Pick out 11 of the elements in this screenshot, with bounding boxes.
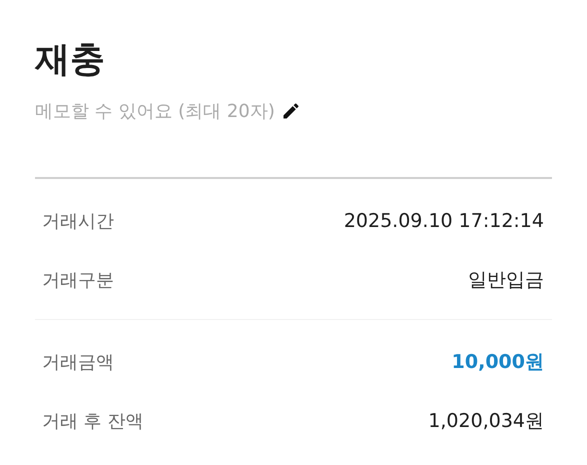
row-value: 10,000원	[452, 350, 544, 374]
row-label: 거래시간	[42, 210, 114, 232]
row-label: 거래구분	[42, 268, 114, 292]
row-label: 거래 후 잔액	[42, 410, 144, 432]
row-value: 일반입금	[468, 268, 544, 292]
page-title: 재충	[35, 39, 106, 82]
row-label: 거래금액	[42, 350, 114, 374]
memo-placeholder[interactable]: 메모할 수 있어요 (최대 20자)	[35, 99, 275, 123]
pencil-icon[interactable]	[280, 101, 301, 121]
row-value: 1,020,034원	[428, 408, 544, 434]
row-value: 2025.09.10 17:12:14	[344, 210, 544, 232]
